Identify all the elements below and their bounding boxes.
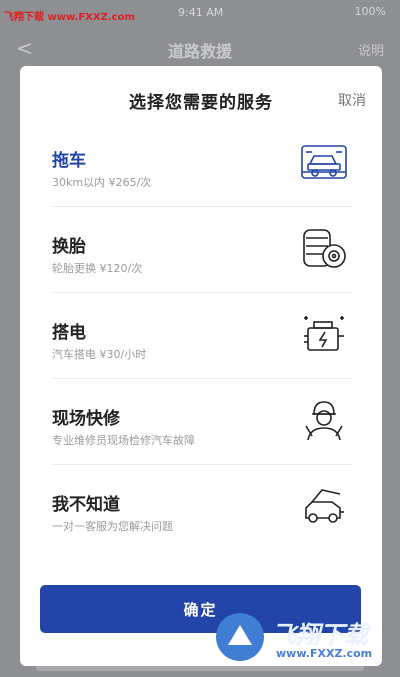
service-name: 搭电 xyxy=(52,323,86,343)
service-desc: 汽车搭电 ¥30/小时 xyxy=(52,348,147,361)
battery-icon xyxy=(304,316,344,351)
watermark-logo: 飞翔下载 www.FXXZ.com xyxy=(212,609,388,669)
service-desc: 30km以内 ¥265/次 xyxy=(52,176,152,189)
background-help-link: 说明 xyxy=(357,44,384,59)
service-option-onsite-repair[interactable]: 现场快修 专业维修员现场检修汽车故障 xyxy=(52,378,352,465)
service-desc: 一对一客服为您解决问题 xyxy=(52,520,173,533)
cancel-button[interactable]: 取消 xyxy=(338,90,366,110)
tow-truck-icon xyxy=(301,145,347,179)
tire-icon xyxy=(303,229,346,268)
watermark-logo-icon xyxy=(216,613,264,661)
service-option-tire[interactable]: 换胎 轮胎更换 ¥120/次 xyxy=(52,206,352,293)
car-hood-icon xyxy=(305,489,344,523)
service-desc: 轮胎更换 ¥120/次 xyxy=(52,262,143,275)
background-nav-bar: < 道路救援 说明 xyxy=(0,32,400,66)
mechanic-icon xyxy=(305,401,343,441)
service-option-tow[interactable]: 拖车 30km以内 ¥265/次 xyxy=(52,120,352,207)
sheet-title: 选择您需要的服务 xyxy=(129,93,273,113)
status-time: 9:41 AM xyxy=(178,6,224,19)
background-title: 道路救援 xyxy=(167,42,232,61)
service-sheet: 选择您需要的服务 取消 拖车 30km以内 ¥265/次 换胎 轮胎更换 ¥12… xyxy=(20,66,382,666)
service-name: 我不知道 xyxy=(52,495,120,515)
watermark-brand: 飞翔下载 xyxy=(272,621,368,649)
service-desc: 专业维修员现场检修汽车故障 xyxy=(52,434,195,447)
service-name: 现场快修 xyxy=(52,409,120,429)
watermark-text: 飞翔下载 www.FXXZ.com xyxy=(4,12,135,23)
service-option-unknown[interactable]: 我不知道 一对一客服为您解决问题 xyxy=(52,464,352,550)
status-battery: 100% xyxy=(354,5,386,18)
service-option-jumpstart[interactable]: 搭电 汽车搭电 ¥30/小时 xyxy=(52,292,352,379)
service-name: 换胎 xyxy=(52,237,86,257)
service-name: 拖车 xyxy=(52,151,86,171)
watermark-url: www.FXXZ.com xyxy=(276,647,373,660)
